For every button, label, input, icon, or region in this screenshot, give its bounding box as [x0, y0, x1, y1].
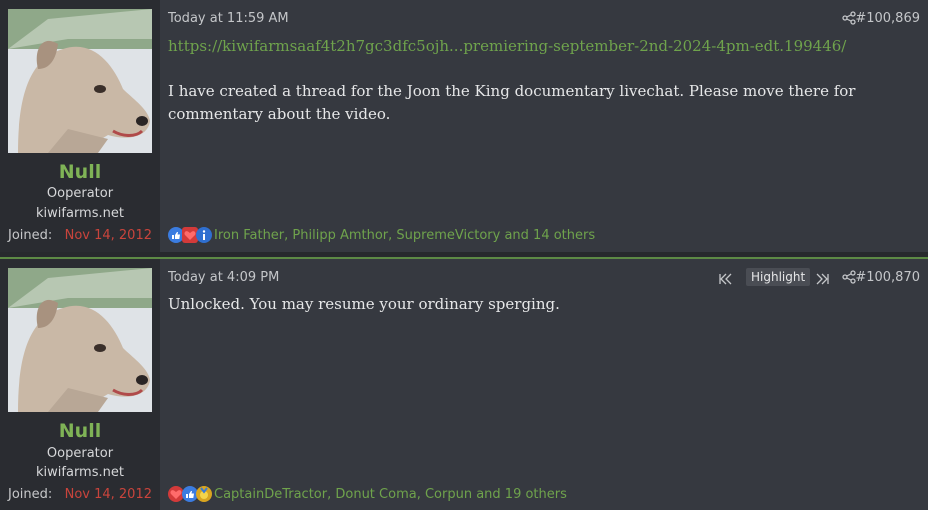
- user-avatar[interactable]: [8, 268, 152, 412]
- winner-icon: [196, 486, 212, 502]
- info-icon: [196, 227, 212, 243]
- highlight-button[interactable]: Highlight: [746, 268, 811, 286]
- joined-label: Joined:: [8, 228, 53, 243]
- previous-highlight-icon[interactable]: [719, 270, 733, 289]
- next-highlight-icon[interactable]: [815, 270, 829, 289]
- user-sidebar: Null Ooperator kiwifarms.net Joined: Nov…: [0, 0, 160, 252]
- thread-link[interactable]: https://kiwifarmsaaf4t2h7gc3dfc5ojh...pr…: [168, 37, 846, 55]
- user-title: Ooperator: [46, 446, 114, 461]
- user-avatar[interactable]: [8, 9, 152, 153]
- post-body: I have created a thread for the Joon the…: [168, 82, 856, 123]
- user-title: Ooperator: [46, 186, 114, 201]
- joined-date: Nov 14, 2012: [64, 487, 152, 502]
- post-body: Unlocked. You may resume your ordinary s…: [168, 295, 560, 313]
- user-site: kiwifarms.net: [36, 465, 124, 480]
- post-number[interactable]: #100,870: [855, 270, 920, 285]
- reactions-users[interactable]: CaptainDeTractor, Donut Coma, Corpun and…: [214, 487, 567, 502]
- share-icon[interactable]: [842, 10, 856, 29]
- user-site: kiwifarms.net: [36, 206, 124, 221]
- post-timestamp[interactable]: Today at 11:59 AM: [168, 11, 289, 26]
- share-icon[interactable]: [842, 269, 856, 288]
- post-100869: Null Ooperator kiwifarms.net Joined: Nov…: [0, 0, 928, 252]
- username[interactable]: Null: [0, 161, 160, 183]
- reactions-users[interactable]: Iron Father, Philipp Amthor, SupremeVict…: [214, 228, 595, 243]
- post-timestamp[interactable]: Today at 4:09 PM: [168, 270, 279, 285]
- reactions-bar[interactable]: CaptainDeTractor, Donut Coma, Corpun and…: [168, 486, 567, 502]
- post-number[interactable]: #100,869: [855, 11, 920, 26]
- joined-date: Nov 14, 2012: [64, 228, 152, 243]
- user-sidebar: Null Ooperator kiwifarms.net Joined: Nov…: [0, 259, 160, 510]
- post-100870: Null Ooperator kiwifarms.net Joined: Nov…: [0, 259, 928, 510]
- username[interactable]: Null: [0, 420, 160, 442]
- reactions-bar[interactable]: Iron Father, Philipp Amthor, SupremeVict…: [168, 227, 595, 243]
- joined-label: Joined:: [8, 487, 53, 502]
